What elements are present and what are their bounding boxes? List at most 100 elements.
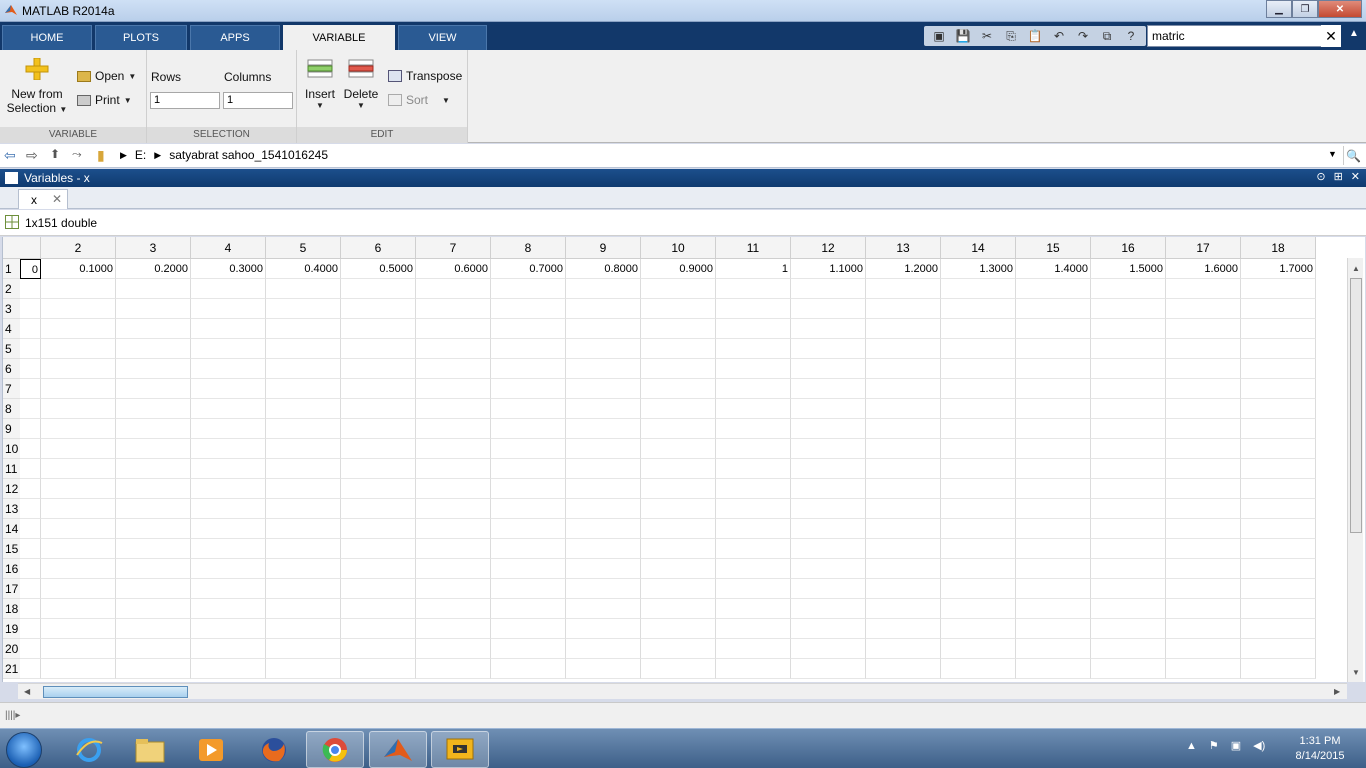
table-cell[interactable] [491, 419, 566, 439]
column-header[interactable]: 15 [1016, 237, 1091, 259]
table-cell[interactable]: 0.5000 [341, 259, 416, 279]
table-cell[interactable] [1016, 339, 1091, 359]
table-cell[interactable] [1241, 579, 1316, 599]
table-cell[interactable] [41, 459, 116, 479]
row-header[interactable]: 21 [3, 659, 20, 679]
table-cell[interactable] [1166, 299, 1241, 319]
table-cell[interactable] [1166, 459, 1241, 479]
table-cell[interactable] [1091, 439, 1166, 459]
table-cell[interactable] [1241, 439, 1316, 459]
table-cell[interactable]: 1.7000 [1241, 259, 1316, 279]
horizontal-scroll-thumb[interactable] [43, 686, 188, 698]
table-cell[interactable] [341, 399, 416, 419]
table-cell[interactable] [1091, 579, 1166, 599]
table-cell[interactable] [1091, 319, 1166, 339]
table-cell[interactable] [20, 519, 41, 539]
maximize-button[interactable]: ❐ [1292, 0, 1318, 18]
table-cell[interactable] [416, 379, 491, 399]
table-cell[interactable] [716, 499, 791, 519]
table-cell[interactable] [1016, 599, 1091, 619]
row-header[interactable]: 17 [3, 579, 20, 599]
table-cell[interactable] [491, 439, 566, 459]
panel-actions-icon[interactable]: ⊙ [1316, 170, 1325, 183]
table-cell[interactable] [941, 359, 1016, 379]
column-header[interactable]: 7 [416, 237, 491, 259]
chevron-down-icon[interactable]: ▼ [1328, 149, 1337, 159]
table-cell[interactable] [1166, 339, 1241, 359]
table-cell[interactable]: 1.2000 [866, 259, 941, 279]
column-header[interactable]: 10 [641, 237, 716, 259]
scroll-right-icon[interactable]: ▶ [1334, 687, 1340, 696]
table-cell[interactable] [116, 479, 191, 499]
table-cell[interactable] [416, 339, 491, 359]
row-header[interactable]: 18 [3, 599, 20, 619]
sort-button[interactable]: Sort ▼ [388, 93, 450, 107]
table-cell[interactable] [941, 279, 1016, 299]
table-cell[interactable]: 0.4000 [266, 259, 341, 279]
table-cell[interactable] [1091, 479, 1166, 499]
table-cell[interactable] [341, 339, 416, 359]
scroll-up-icon[interactable]: ▲ [1352, 264, 1360, 273]
table-cell[interactable] [866, 619, 941, 639]
tab-apps[interactable]: APPS [190, 25, 280, 50]
table-cell[interactable] [566, 479, 641, 499]
table-cell[interactable] [1241, 659, 1316, 679]
table-cell[interactable] [41, 339, 116, 359]
network-icon[interactable]: ▣ [1231, 739, 1241, 752]
table-cell[interactable] [941, 299, 1016, 319]
table-cell[interactable] [191, 299, 266, 319]
table-cell[interactable] [266, 519, 341, 539]
table-cell[interactable] [116, 319, 191, 339]
table-cell[interactable] [191, 559, 266, 579]
table-cell[interactable] [641, 599, 716, 619]
table-cell[interactable] [866, 579, 941, 599]
scroll-down-icon[interactable]: ▼ [1352, 668, 1360, 677]
table-cell[interactable] [566, 639, 641, 659]
table-cell[interactable]: 0.1000 [41, 259, 116, 279]
row-header[interactable]: 4 [3, 319, 20, 339]
table-cell[interactable] [491, 319, 566, 339]
table-cell[interactable] [1241, 559, 1316, 579]
table-cell[interactable] [941, 419, 1016, 439]
column-header[interactable]: 2 [41, 237, 116, 259]
table-cell[interactable]: 0.2000 [116, 259, 191, 279]
table-cell[interactable] [1016, 519, 1091, 539]
minimize-button[interactable]: ▁ [1266, 0, 1292, 18]
table-cell[interactable] [1091, 499, 1166, 519]
undo-icon[interactable]: ↶ [1048, 26, 1070, 46]
table-cell[interactable] [116, 399, 191, 419]
table-cell[interactable] [716, 639, 791, 659]
table-cell[interactable] [566, 399, 641, 419]
close-panel-icon[interactable]: ✕ [1351, 170, 1360, 183]
table-cell[interactable] [41, 439, 116, 459]
table-cell[interactable]: 0.7000 [491, 259, 566, 279]
table-cell[interactable] [491, 659, 566, 679]
table-cell[interactable] [716, 379, 791, 399]
table-cell[interactable] [791, 639, 866, 659]
table-cell[interactable] [266, 539, 341, 559]
row-header[interactable]: 9 [3, 419, 20, 439]
table-cell[interactable] [1166, 279, 1241, 299]
table-cell[interactable] [1166, 519, 1241, 539]
table-cell[interactable] [1016, 539, 1091, 559]
table-cell[interactable] [20, 559, 41, 579]
close-button[interactable]: ✕ [1318, 0, 1362, 18]
table-cell[interactable] [1241, 539, 1316, 559]
table-cell[interactable] [791, 439, 866, 459]
table-cell[interactable] [566, 499, 641, 519]
table-cell[interactable] [191, 499, 266, 519]
table-cell[interactable] [41, 579, 116, 599]
column-header[interactable]: 12 [791, 237, 866, 259]
table-cell[interactable] [866, 519, 941, 539]
table-cell[interactable] [20, 459, 41, 479]
table-cell[interactable] [116, 359, 191, 379]
row-header[interactable]: 15 [3, 539, 20, 559]
presentation-app-icon[interactable] [431, 731, 489, 768]
table-cell[interactable] [116, 299, 191, 319]
table-cell[interactable] [266, 579, 341, 599]
table-cell[interactable] [116, 439, 191, 459]
table-cell[interactable] [941, 399, 1016, 419]
table-cell[interactable] [1241, 459, 1316, 479]
table-cell[interactable] [566, 439, 641, 459]
table-cell[interactable] [1016, 379, 1091, 399]
